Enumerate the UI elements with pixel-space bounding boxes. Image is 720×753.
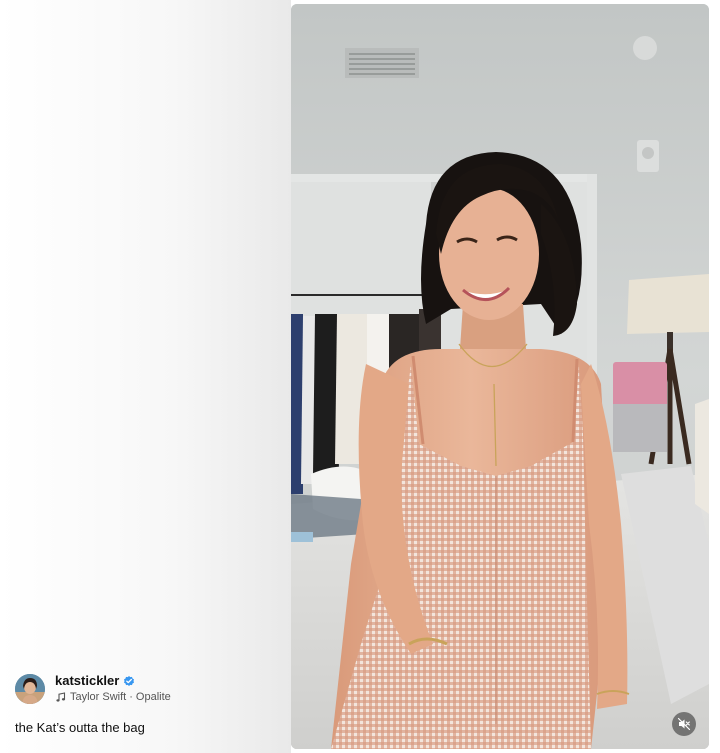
- audio-link[interactable]: Taylor Swift · Opalite: [55, 690, 171, 705]
- post-info-panel: katstickler Taylor Swift · Opalite the K…: [0, 0, 291, 753]
- audio-artist: Taylor Swift: [70, 691, 127, 703]
- music-note-icon: [55, 692, 66, 703]
- video-player[interactable]: [291, 4, 709, 749]
- reel-viewer: katstickler Taylor Swift · Opalite the K…: [0, 0, 720, 753]
- username-link[interactable]: katstickler: [55, 673, 119, 689]
- audio-track: Opalite: [135, 691, 171, 703]
- author-row: katstickler Taylor Swift · Opalite: [15, 673, 285, 705]
- post-info: katstickler Taylor Swift · Opalite the K…: [15, 673, 285, 736]
- verified-badge-icon: [123, 675, 135, 687]
- video-frame-image: [291, 4, 709, 749]
- avatar[interactable]: [15, 674, 45, 704]
- post-caption: the Kat’s outta the bag: [15, 720, 145, 735]
- author-meta: katstickler Taylor Swift · Opalite: [55, 673, 171, 705]
- speaker-muted-icon: [677, 717, 691, 731]
- mute-toggle-button[interactable]: [672, 712, 696, 736]
- audio-separator: ·: [129, 691, 133, 703]
- name-line: katstickler: [55, 673, 171, 689]
